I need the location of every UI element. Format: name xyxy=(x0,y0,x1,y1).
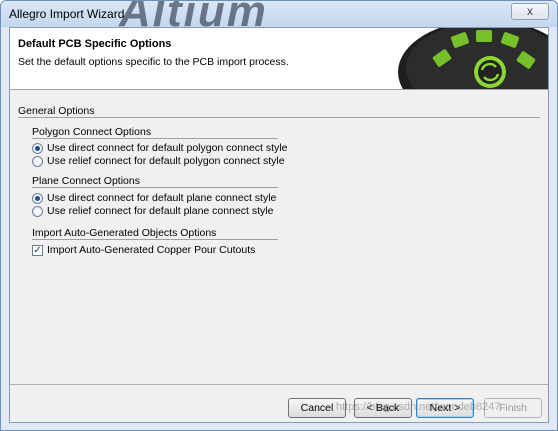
polygon-group-title: Polygon Connect Options xyxy=(32,126,152,138)
radio-label: Use direct connect for default polygon c… xyxy=(47,142,288,154)
plane-direct-radio[interactable]: Use direct connect for default plane con… xyxy=(32,192,276,204)
general-divider xyxy=(18,117,540,118)
plane-group-title: Plane Connect Options xyxy=(32,175,140,187)
checkmark-icon[interactable]: ✓ xyxy=(32,244,43,256)
plane-relief-radio[interactable]: Use relief connect for default plane con… xyxy=(32,205,273,217)
plane-divider xyxy=(32,187,278,188)
window-title: Allegro Import Wizard xyxy=(9,7,125,21)
polygon-direct-radio[interactable]: Use direct connect for default polygon c… xyxy=(32,142,287,154)
footer-divider xyxy=(10,384,548,385)
close-button[interactable]: x xyxy=(511,3,549,20)
altium-device-logo-icon xyxy=(368,28,548,89)
wizard-body: Default PCB Specific Options Set the def… xyxy=(9,27,549,423)
autogen-divider xyxy=(32,239,278,240)
radio-label: Use relief connect for default plane con… xyxy=(47,205,274,217)
radio-selected-icon[interactable] xyxy=(32,142,43,154)
close-icon: x xyxy=(527,4,533,18)
checkbox-label: Import Auto-Generated Copper Pour Cutout… xyxy=(47,244,256,256)
radio-unselected-icon[interactable] xyxy=(32,205,43,217)
general-options-label: General Options xyxy=(18,105,95,117)
radio-selected-icon[interactable] xyxy=(32,192,43,204)
page-header: Default PCB Specific Options Set the def… xyxy=(10,28,548,90)
watermark-url: https://blog.csdn.net/wondeb8247 xyxy=(336,401,501,413)
page-subtitle: Set the default options specific to the … xyxy=(18,56,289,68)
radio-label: Use relief connect for default polygon c… xyxy=(47,155,285,167)
radio-label: Use direct connect for default plane con… xyxy=(47,192,277,204)
title-bar[interactable]: Altium Allegro Import Wizard x xyxy=(1,1,557,36)
polygon-relief-radio[interactable]: Use relief connect for default polygon c… xyxy=(32,155,285,167)
polygon-divider xyxy=(32,138,278,139)
autogen-group-title: Import Auto-Generated Objects Options xyxy=(32,227,217,239)
copper-pour-cutouts-checkbox[interactable]: ✓ Import Auto-Generated Copper Pour Cuto… xyxy=(32,244,255,256)
radio-unselected-icon[interactable] xyxy=(32,155,43,167)
page-title: Default PCB Specific Options xyxy=(18,38,172,50)
wizard-window: Altium Allegro Import Wizard x Default P… xyxy=(0,0,558,431)
